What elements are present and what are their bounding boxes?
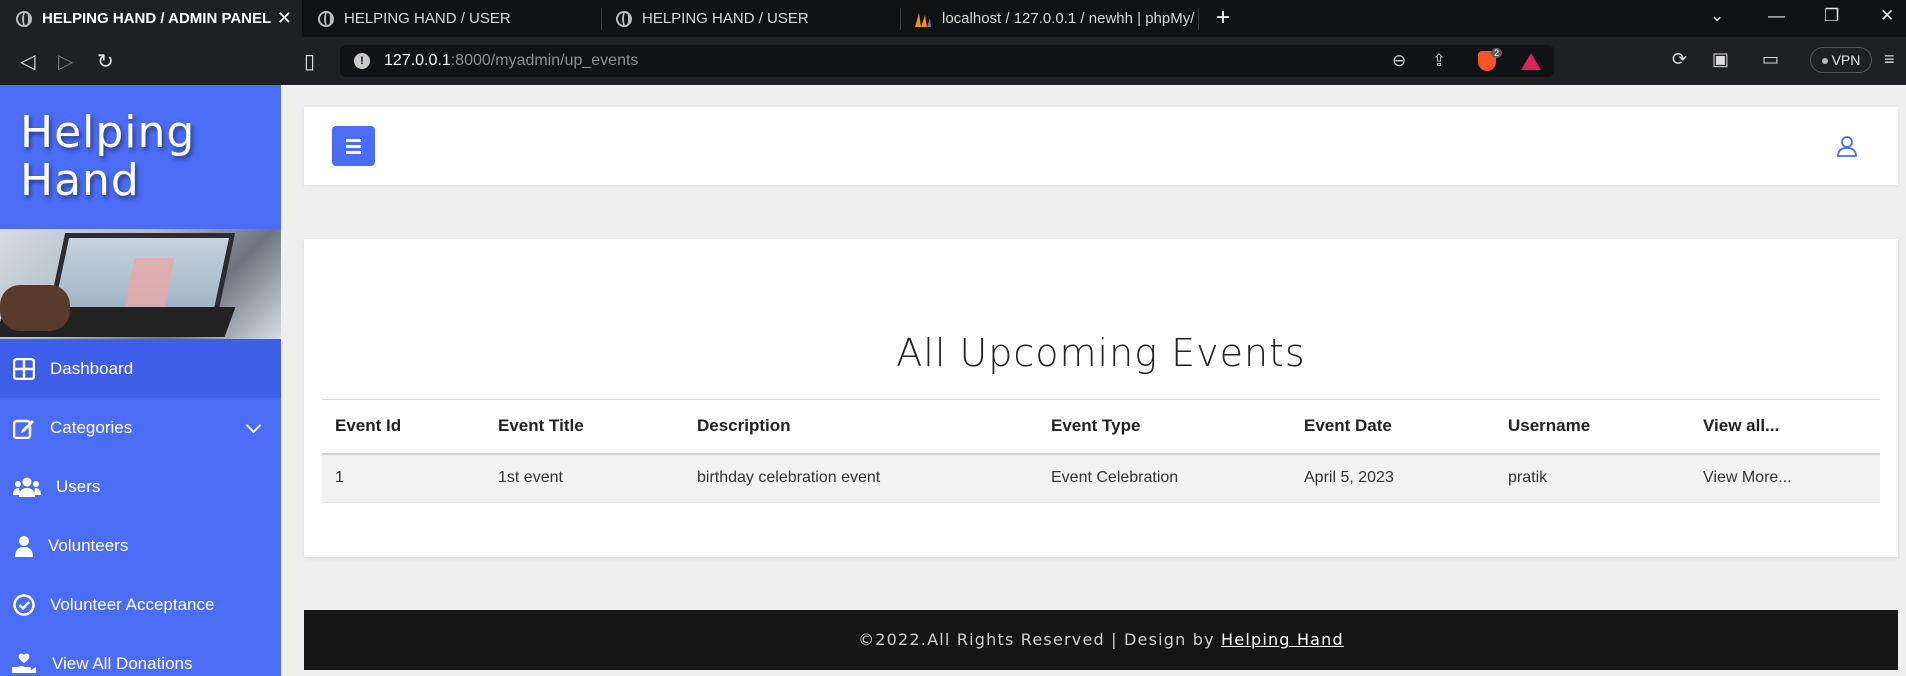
site-info-icon[interactable]: ! — [354, 53, 370, 69]
sidebar-item-users[interactable]: Users — [0, 457, 281, 516]
user-icon — [12, 534, 36, 558]
events-card: All Upcoming Events Event Id Event Title… — [304, 239, 1898, 557]
footer-copyright: ©2022.All Rights Reserved | Design by — [858, 630, 1222, 649]
menu-icon[interactable]: ≡ — [1884, 49, 1895, 70]
tab-title: HELPING HAND / USER — [642, 10, 809, 27]
globe-icon — [318, 10, 334, 27]
view-more-link[interactable]: View More... — [1690, 453, 1880, 503]
tab-separator — [1198, 8, 1199, 30]
cell-event-date: April 5, 2023 — [1291, 453, 1495, 503]
phpmyadmin-icon — [915, 12, 931, 27]
globe-icon — [616, 10, 632, 27]
donation-icon — [12, 652, 36, 676]
column-header: Event Id — [322, 399, 485, 455]
sidebar-item-label: Users — [56, 476, 101, 496]
browser-tabbar: HELPING HAND / ADMIN PANEL ✕ HELPING HAN… — [0, 0, 1906, 37]
sidebar-item-label: View All Donations — [52, 653, 193, 673]
events-table: Event Id Event Title Description Event T… — [322, 399, 1880, 503]
sidebar-toggle-icon[interactable]: ▣ — [1712, 49, 1729, 70]
close-window-button[interactable]: ✕ — [1880, 6, 1894, 26]
cell-event-type: Event Celebration — [1038, 453, 1291, 503]
top-navbar — [304, 107, 1898, 185]
sidebar-item-view-all-donations[interactable]: View All Donations — [0, 634, 281, 676]
dashboard-icon — [12, 357, 36, 381]
tab-title: localhost / 127.0.0.1 / newhh | phpMy/ — [942, 10, 1195, 27]
admin-sidebar: Helping Hand Dashboard Categories Users — [0, 85, 281, 676]
tab-title: HELPING HAND / USER — [344, 10, 511, 27]
brand-line-2: Hand — [20, 155, 140, 206]
table-header-row: Event Id Event Title Description Event T… — [322, 399, 1880, 455]
vpn-label: VPN — [1831, 52, 1861, 68]
zoom-icon[interactable]: ⊖ — [1392, 51, 1406, 71]
page-title: All Upcoming Events — [896, 331, 1306, 375]
column-header: Description — [684, 399, 1038, 455]
browser-tab-user-2[interactable]: HELPING HAND / USER — [600, 0, 898, 37]
cell-description: birthday celebration event — [684, 453, 1038, 503]
cell-event-id: 1 — [322, 453, 485, 503]
sidebar-item-label: Volunteers — [48, 535, 129, 555]
hand-image — [0, 285, 70, 331]
footer-link-helping-hand[interactable]: Helping Hand — [1221, 630, 1344, 649]
browser-tab-admin[interactable]: HELPING HAND / ADMIN PANEL ✕ — [0, 0, 302, 37]
brave-rewards-icon[interactable] — [1521, 53, 1541, 70]
tab-title: HELPING HAND / ADMIN PANEL — [42, 10, 272, 27]
column-header: Event Type — [1038, 399, 1291, 455]
url-text[interactable]: 127.0.0.1:8000/myadmin/up_events — [384, 52, 638, 70]
edit-icon — [12, 416, 36, 440]
bookmark-icon[interactable]: ▯ — [304, 49, 315, 74]
restore-button[interactable]: ❐ — [1824, 6, 1839, 26]
vpn-button[interactable]: VPN — [1810, 47, 1872, 73]
reload-button[interactable]: ↻ — [97, 49, 114, 74]
globe-icon — [16, 10, 32, 27]
table-row: 1 1st event birthday celebration event E… — [322, 453, 1880, 503]
brave-shield-count: 2 — [1491, 48, 1503, 58]
address-bar[interactable]: ! 127.0.0.1:8000/myadmin/up_events ⊖ ⇪ 2 — [340, 45, 1554, 77]
sidebar-item-label: Categories — [50, 417, 133, 437]
sidebar-menu: Dashboard Categories Users Volunteers Vo… — [0, 339, 281, 676]
sidebar-hero-image — [0, 229, 281, 339]
tab-search-icon[interactable]: ⌄ — [1710, 6, 1724, 26]
brand-logo[interactable]: Helping Hand — [20, 109, 195, 205]
back-button[interactable]: ◁ — [20, 49, 35, 74]
sidebar-item-label: Dashboard — [50, 358, 134, 378]
column-header: Event Date — [1291, 399, 1495, 455]
browser-tab-phpmyadmin[interactable]: localhost / 127.0.0.1 / newhh | phpMy/ — [898, 0, 1198, 37]
vpn-status-dot — [1821, 58, 1828, 65]
sidebar-item-categories[interactable]: Categories — [0, 398, 281, 457]
check-circle-icon — [12, 593, 36, 617]
column-header: Username — [1495, 399, 1690, 455]
share-icon[interactable]: ⇪ — [1432, 51, 1446, 71]
column-header: Event Title — [485, 399, 684, 455]
sidebar-item-volunteers[interactable]: Volunteers — [0, 516, 281, 575]
brand-line-1: Helping — [20, 107, 196, 158]
sidebar-item-volunteer-acceptance[interactable]: Volunteer Acceptance — [0, 575, 281, 634]
wallet-icon[interactable]: ▭ — [1762, 49, 1779, 70]
cell-username: pratik — [1495, 453, 1690, 503]
sidebar-item-dashboard[interactable]: Dashboard — [0, 339, 281, 398]
browser-toolbar: ◁ ▷ ↻ ▯ ! 127.0.0.1:8000/myadmin/up_even… — [0, 37, 1906, 85]
minimize-button[interactable]: — — [1768, 6, 1785, 26]
page-footer: ©2022.All Rights Reserved | Design by He… — [304, 610, 1898, 670]
forward-button[interactable]: ▷ — [58, 49, 73, 74]
users-icon — [12, 475, 42, 499]
chevron-down-icon[interactable] — [245, 417, 262, 434]
user-profile-icon[interactable] — [1836, 135, 1858, 157]
sidebar-toggle-button[interactable] — [332, 126, 375, 166]
sidebar-item-label: Volunteer Acceptance — [50, 594, 215, 614]
column-header: View all... — [1690, 399, 1880, 455]
leo-ai-icon[interactable]: ⟳ — [1672, 49, 1687, 70]
browser-tab-user-1[interactable]: HELPING HAND / USER — [302, 0, 600, 37]
cell-event-title: 1st event — [485, 453, 684, 503]
new-tab-button[interactable]: + — [1216, 4, 1230, 32]
close-tab-icon[interactable]: ✕ — [277, 8, 292, 29]
